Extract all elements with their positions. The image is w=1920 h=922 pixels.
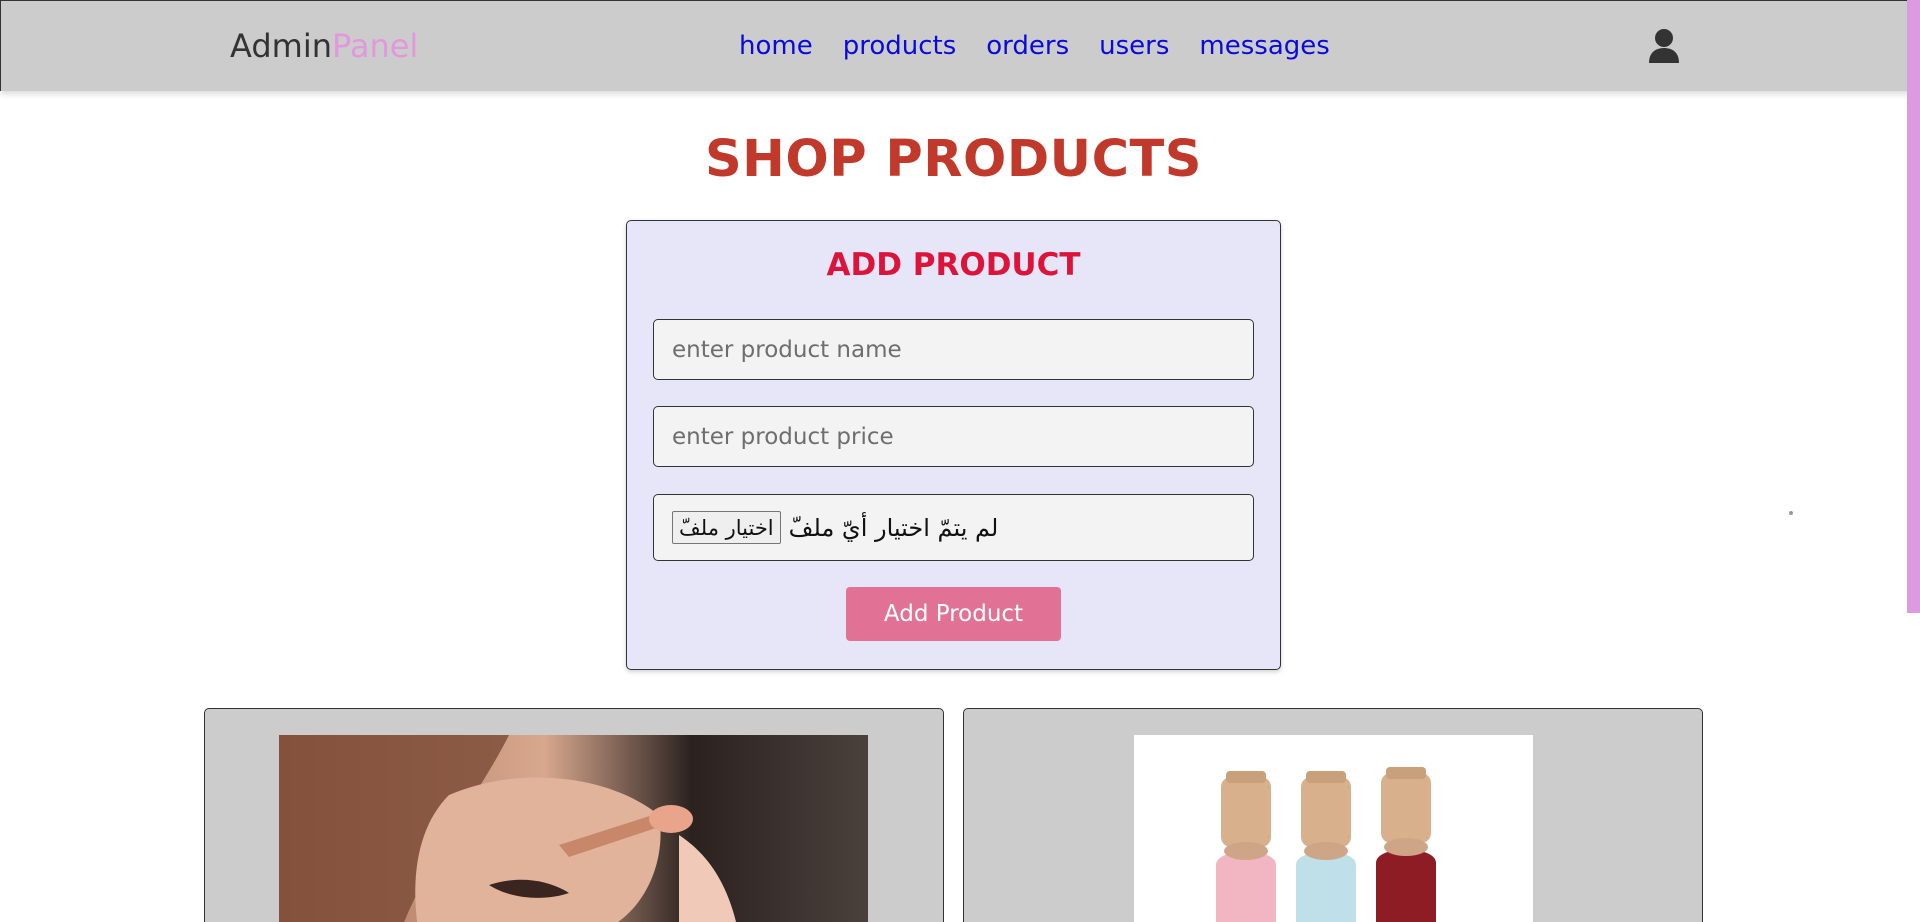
nav-products[interactable]: products xyxy=(843,31,957,61)
logo[interactable]: AdminPanel xyxy=(230,27,418,65)
page-title: SHOP PRODUCTS xyxy=(704,130,1203,189)
nav-users[interactable]: users xyxy=(1099,31,1169,61)
nav-messages[interactable]: messages xyxy=(1199,31,1329,61)
user-icon[interactable] xyxy=(1648,28,1680,64)
choose-file-button[interactable]: اختيار ملفّ xyxy=(672,511,781,544)
nav-orders[interactable]: orders xyxy=(986,31,1069,61)
product-image xyxy=(1134,735,1533,922)
file-status-text: لم يتمّ اختيار أيّ ملفّ xyxy=(788,513,999,542)
product-name-input[interactable] xyxy=(653,319,1254,380)
makeup-application-photo xyxy=(279,735,868,922)
logo-accent: Panel xyxy=(331,27,419,65)
form-title: ADD PRODUCT xyxy=(826,247,1081,283)
add-product-button[interactable]: Add Product xyxy=(846,587,1061,641)
product-card xyxy=(963,708,1703,922)
product-image xyxy=(279,735,868,922)
product-card xyxy=(204,708,944,922)
product-image-file-input[interactable]: اختيار ملفّ لم يتمّ اختيار أيّ ملفّ xyxy=(653,494,1254,561)
product-price-input[interactable] xyxy=(653,406,1254,467)
decorative-dot xyxy=(1789,511,1793,515)
logo-main: Admin xyxy=(230,27,332,65)
nail-polish-bottles-photo xyxy=(1134,735,1533,922)
scrollbar-accent[interactable] xyxy=(1907,0,1920,613)
header: AdminPanel home products orders users me… xyxy=(0,0,1920,91)
nav-home[interactable]: home xyxy=(739,31,813,61)
main-nav: home products orders users messages xyxy=(739,31,1360,61)
add-product-form: ADD PRODUCT اختيار ملفّ لم يتمّ اختيار أ… xyxy=(626,220,1281,670)
